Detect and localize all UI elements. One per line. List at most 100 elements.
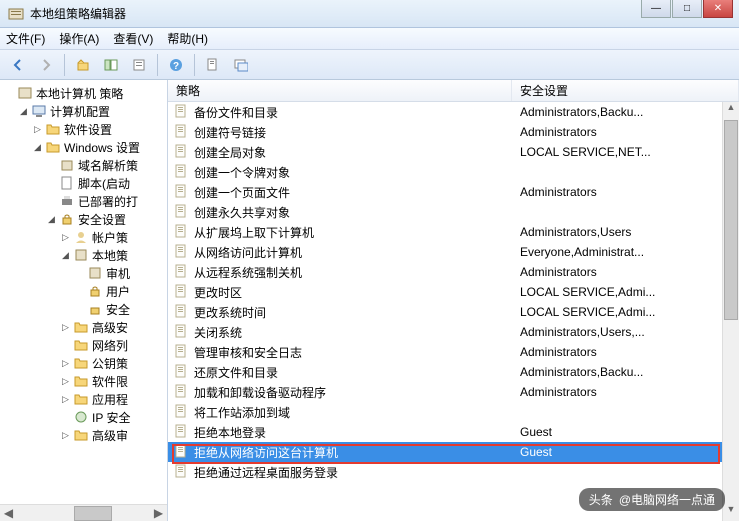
tree-audit[interactable]: 审机 bbox=[0, 264, 167, 282]
security-setting: Administrators,Users bbox=[516, 225, 739, 239]
tree-software-restrict[interactable]: ▷软件限 bbox=[0, 372, 167, 390]
tree-local-policy[interactable]: ◢本地策 bbox=[0, 246, 167, 264]
window-title: 本地组策略编辑器 bbox=[30, 5, 126, 22]
column-header-policy[interactable]: 策略 bbox=[168, 80, 512, 101]
tree-account-policy[interactable]: ▷帐户策 bbox=[0, 228, 167, 246]
scroll-up-icon[interactable]: ▲ bbox=[723, 102, 739, 119]
tree-windows-settings[interactable]: ◢Windows 设置 bbox=[0, 138, 167, 156]
policy-item-icon bbox=[174, 304, 190, 320]
tree-security-settings[interactable]: ◢安全设置 bbox=[0, 210, 167, 228]
security-setting: Administrators,Backu... bbox=[516, 105, 739, 119]
dns-icon bbox=[59, 157, 75, 173]
back-button[interactable] bbox=[6, 53, 30, 77]
local-policy-icon bbox=[73, 247, 89, 263]
tree-user-rights[interactable]: 用户 bbox=[0, 282, 167, 300]
policy-name: 拒绝本地登录 bbox=[194, 424, 516, 441]
tree-deployed[interactable]: 已部署的打 bbox=[0, 192, 167, 210]
policy-item-icon bbox=[174, 324, 190, 340]
security-opt-icon bbox=[87, 301, 103, 317]
security-setting: Administrators bbox=[516, 345, 739, 359]
list-row[interactable]: 备份文件和目录Administrators,Backu... bbox=[168, 102, 739, 122]
policy-name: 创建全局对象 bbox=[194, 144, 516, 161]
list-header: 策略 安全设置 bbox=[168, 80, 739, 102]
list-row[interactable]: 更改系统时间LOCAL SERVICE,Admi... bbox=[168, 302, 739, 322]
tree-dns[interactable]: 域名解析策 bbox=[0, 156, 167, 174]
tree-computer-config[interactable]: ◢计算机配置 bbox=[0, 102, 167, 120]
column-header-security[interactable]: 安全设置 bbox=[512, 80, 739, 101]
minimize-button[interactable]: — bbox=[641, 0, 671, 18]
tree-horizontal-scrollbar[interactable]: ◀ ▶ bbox=[0, 504, 167, 521]
refresh-button[interactable] bbox=[229, 53, 253, 77]
list-row[interactable]: 创建全局对象LOCAL SERVICE,NET... bbox=[168, 142, 739, 162]
list-row[interactable]: 还原文件和目录Administrators,Backu... bbox=[168, 362, 739, 382]
security-setting: Guest bbox=[516, 425, 739, 439]
tree-ip-security[interactable]: IP 安全 bbox=[0, 408, 167, 426]
audit-icon bbox=[87, 265, 103, 281]
scroll-right-icon[interactable]: ▶ bbox=[150, 506, 167, 520]
tree-app-control[interactable]: ▷应用程 bbox=[0, 390, 167, 408]
up-button[interactable] bbox=[71, 53, 95, 77]
help-button[interactable]: ? bbox=[164, 53, 188, 77]
policy-name: 拒绝从网络访问这台计算机 bbox=[194, 444, 516, 461]
security-setting: LOCAL SERVICE,Admi... bbox=[516, 305, 739, 319]
list-row[interactable]: 从扩展坞上取下计算机Administrators,Users bbox=[168, 222, 739, 242]
list-row[interactable]: 创建一个页面文件Administrators bbox=[168, 182, 739, 202]
list-row[interactable]: 加载和卸载设备驱动程序Administrators bbox=[168, 382, 739, 402]
maximize-button[interactable]: □ bbox=[672, 0, 702, 18]
policy-name: 还原文件和目录 bbox=[194, 364, 516, 381]
tree-advanced[interactable]: ▷高级安 bbox=[0, 318, 167, 336]
list-body[interactable]: 备份文件和目录Administrators,Backu...创建符号链接Admi… bbox=[168, 102, 739, 521]
list-row[interactable]: 更改时区LOCAL SERVICE,Admi... bbox=[168, 282, 739, 302]
svg-text:?: ? bbox=[173, 61, 179, 72]
list-row[interactable]: 拒绝通过远程桌面服务登录 bbox=[168, 462, 739, 482]
properties-button[interactable] bbox=[201, 53, 225, 77]
list-row[interactable]: 管理审核和安全日志Administrators bbox=[168, 342, 739, 362]
forward-button[interactable] bbox=[34, 53, 58, 77]
security-setting: LOCAL SERVICE,Admi... bbox=[516, 285, 739, 299]
list-row[interactable]: 从远程系统强制关机Administrators bbox=[168, 262, 739, 282]
list-row[interactable]: 关闭系统Administrators,Users,... bbox=[168, 322, 739, 342]
policy-item-icon bbox=[174, 144, 190, 160]
show-hide-tree-button[interactable] bbox=[99, 53, 123, 77]
scroll-down-icon[interactable]: ▼ bbox=[723, 504, 739, 521]
security-icon bbox=[59, 211, 75, 227]
export-list-button[interactable] bbox=[127, 53, 151, 77]
security-setting: Administrators bbox=[516, 125, 739, 139]
toolbar: ? bbox=[0, 50, 739, 80]
scroll-left-icon[interactable]: ◀ bbox=[0, 506, 17, 520]
policy-item-icon bbox=[174, 184, 190, 200]
policy-name: 创建一个页面文件 bbox=[194, 184, 516, 201]
list-row[interactable]: 创建一个令牌对象 bbox=[168, 162, 739, 182]
policy-icon bbox=[17, 85, 33, 101]
tree-software[interactable]: ▷软件设置 bbox=[0, 120, 167, 138]
scrollbar-thumb[interactable] bbox=[724, 120, 738, 320]
menu-action[interactable]: 操作(A) bbox=[59, 30, 99, 47]
menubar: 文件(F) 操作(A) 查看(V) 帮助(H) bbox=[0, 28, 739, 50]
list-row[interactable]: 创建永久共享对象 bbox=[168, 202, 739, 222]
menu-help[interactable]: 帮助(H) bbox=[167, 30, 208, 47]
policy-item-icon bbox=[174, 404, 190, 420]
tree-root[interactable]: 本地计算机 策略 bbox=[0, 84, 167, 102]
policy-name: 创建一个令牌对象 bbox=[194, 164, 516, 181]
list-row[interactable]: 拒绝本地登录Guest bbox=[168, 422, 739, 442]
tree-scripts[interactable]: 脚本(启动 bbox=[0, 174, 167, 192]
tree-advanced-audit[interactable]: ▷高级审 bbox=[0, 426, 167, 444]
list-row[interactable]: 拒绝从网络访问这台计算机Guest bbox=[168, 442, 739, 462]
menu-file[interactable]: 文件(F) bbox=[6, 30, 45, 47]
list-row[interactable]: 创建符号链接Administrators bbox=[168, 122, 739, 142]
list-row[interactable]: 从网络访问此计算机Everyone,Administrat... bbox=[168, 242, 739, 262]
watermark-text: @电脑网络一点通 bbox=[619, 491, 715, 508]
tree-security-options[interactable]: 安全 bbox=[0, 300, 167, 318]
close-button[interactable]: ✕ bbox=[703, 0, 733, 18]
folder-icon bbox=[73, 355, 89, 371]
tree-network-list[interactable]: 网络列 bbox=[0, 336, 167, 354]
menu-view[interactable]: 查看(V) bbox=[113, 30, 153, 47]
scrollbar-thumb[interactable] bbox=[74, 506, 112, 521]
list-row[interactable]: 将工作站添加到域 bbox=[168, 402, 739, 422]
app-icon bbox=[8, 6, 24, 22]
tree[interactable]: 本地计算机 策略 ◢计算机配置 ▷软件设置 ◢Windows 设置 域名解析策 … bbox=[0, 80, 167, 464]
list-vertical-scrollbar[interactable]: ▲ ▼ bbox=[722, 102, 739, 521]
policy-item-icon bbox=[174, 264, 190, 280]
security-setting: Administrators bbox=[516, 385, 739, 399]
tree-public-key[interactable]: ▷公钥策 bbox=[0, 354, 167, 372]
